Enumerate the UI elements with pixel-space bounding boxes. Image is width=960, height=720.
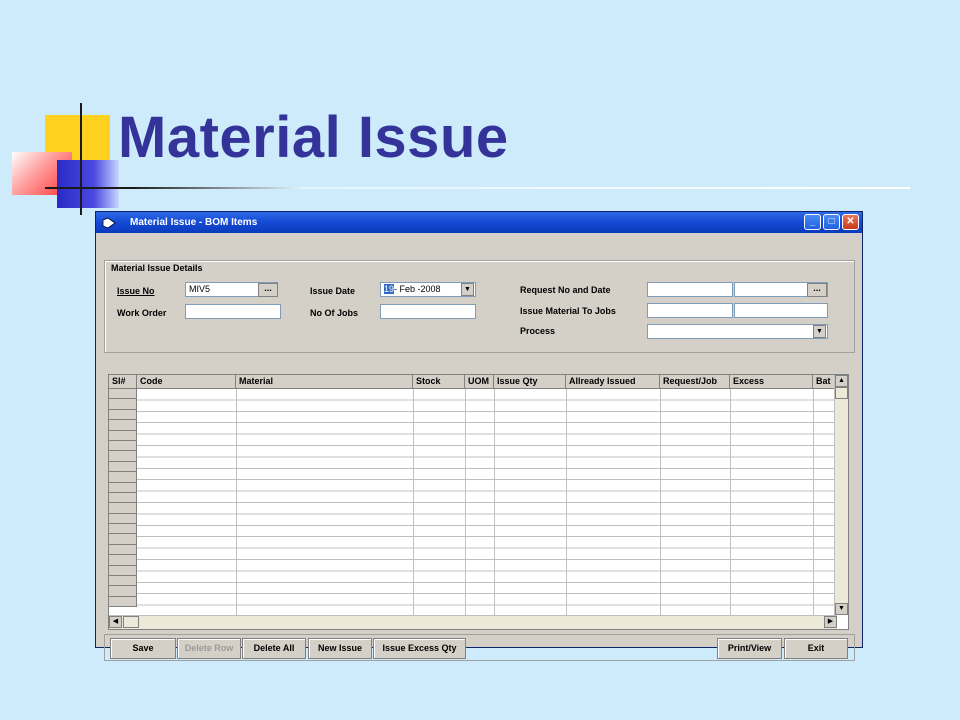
work-order-input[interactable]: [185, 304, 281, 319]
decor-horizontal-line: [45, 187, 910, 189]
issue-material-jobs-input-2[interactable]: [734, 303, 828, 318]
grid-column-line: [236, 389, 237, 615]
details-group-label: Material Issue Details: [110, 263, 204, 273]
work-order-label: Work Order: [117, 308, 167, 318]
row-selector[interactable]: [109, 544, 137, 556]
scroll-up-icon[interactable]: ▲: [835, 375, 848, 387]
row-selector[interactable]: [109, 472, 137, 483]
row-selector[interactable]: [109, 409, 137, 421]
app-icon: [102, 217, 116, 228]
grid-cells[interactable]: [137, 389, 839, 615]
row-selector[interactable]: [109, 389, 137, 400]
grid-column-line: [660, 389, 661, 615]
grid-column-line: [566, 389, 567, 615]
row-selector[interactable]: [109, 451, 137, 462]
issue-material-to-jobs-label: Issue Material To Jobs: [520, 306, 616, 316]
vertical-scrollbar[interactable]: ▲ ▼: [834, 375, 848, 615]
row-selectors[interactable]: [109, 389, 137, 608]
grid-column-line: [413, 389, 414, 615]
bom-items-grid[interactable]: Sl# Code Material Stock UOM Issue Qty Al…: [108, 374, 849, 630]
issue-date-rest: - Feb -2008: [394, 284, 441, 294]
request-no-date-label: Request No and Date: [520, 285, 611, 295]
new-issue-button[interactable]: New Issue: [308, 638, 372, 659]
decor-blue-square: [57, 160, 119, 208]
row-selector[interactable]: [109, 503, 137, 514]
row-selector[interactable]: [109, 492, 137, 504]
scroll-down-icon[interactable]: ▼: [835, 603, 848, 615]
col-uom[interactable]: UOM: [465, 375, 494, 388]
maximize-icon[interactable]: □: [823, 214, 840, 230]
horizontal-scroll-thumb[interactable]: [123, 616, 139, 628]
row-selector[interactable]: [109, 534, 137, 545]
row-selector[interactable]: [109, 440, 137, 452]
print-view-button[interactable]: Print/View: [717, 638, 782, 659]
grid-header: Sl# Code Material Stock UOM Issue Qty Al…: [109, 375, 839, 389]
slide-title: Material Issue: [118, 105, 509, 170]
row-selector[interactable]: [109, 576, 137, 587]
row-selector[interactable]: [109, 420, 137, 431]
process-select[interactable]: [647, 324, 828, 339]
issue-excess-qty-button[interactable]: Issue Excess Qty: [373, 638, 466, 659]
process-label: Process: [520, 326, 556, 336]
process-dropdown-arrow-icon[interactable]: ▼: [813, 325, 826, 338]
delete-all-button[interactable]: Delete All: [242, 638, 306, 659]
row-selector[interactable]: [109, 461, 137, 473]
row-selector[interactable]: [109, 399, 137, 410]
issue-no-ellipsis-icon[interactable]: ...: [258, 283, 278, 297]
minimize-icon[interactable]: _: [804, 214, 821, 230]
row-selector[interactable]: [109, 555, 137, 566]
request-ellipsis-icon[interactable]: ...: [807, 283, 827, 297]
row-selector[interactable]: [109, 524, 137, 535]
issue-material-jobs-input-1[interactable]: [647, 303, 733, 318]
issue-no-label: Issue No: [117, 286, 155, 296]
issue-date-day: 19: [384, 284, 395, 294]
no-of-jobs-label: No Of Jobs: [310, 308, 359, 318]
row-selector[interactable]: [109, 482, 137, 493]
button-bar: Save Delete Row Delete All New Issue Iss…: [104, 634, 855, 661]
row-selector[interactable]: [109, 430, 137, 441]
window-title: Material Issue - BOM Items: [130, 217, 258, 228]
dropdown-arrow-icon[interactable]: ▼: [461, 283, 474, 296]
material-issue-window: Material Issue - BOM Items _ □ ✕ Materia…: [95, 211, 863, 661]
grid-column-line: [465, 389, 466, 615]
col-code[interactable]: Code: [137, 375, 236, 388]
col-issue-qty[interactable]: Issue Qty: [494, 375, 566, 388]
issue-date-label: Issue Date: [310, 286, 356, 296]
row-selector[interactable]: [109, 565, 137, 577]
decor-vertical-line: [80, 103, 82, 215]
window-content: Material Issue Details Issue No MIV5 ...…: [96, 233, 862, 661]
grid-column-line: [730, 389, 731, 615]
no-of-jobs-input[interactable]: [380, 304, 476, 319]
request-no-input[interactable]: [647, 282, 733, 297]
scroll-right-icon[interactable]: ▶: [824, 616, 837, 628]
horizontal-scrollbar[interactable]: ◀ ▶: [109, 615, 837, 629]
grid-column-line: [494, 389, 495, 615]
vertical-scroll-thumb[interactable]: [835, 387, 848, 399]
close-icon[interactable]: ✕: [842, 214, 859, 230]
col-material[interactable]: Material: [236, 375, 413, 388]
row-selector[interactable]: [109, 596, 137, 608]
row-selector[interactable]: [109, 513, 137, 525]
col-request-job[interactable]: Request/Job: [660, 375, 730, 388]
col-stock[interactable]: Stock: [413, 375, 465, 388]
grid-column-line: [813, 389, 814, 615]
exit-button[interactable]: Exit: [784, 638, 848, 659]
col-excess[interactable]: Excess: [730, 375, 813, 388]
col-already-issued[interactable]: Allready Issued: [566, 375, 660, 388]
col-sl[interactable]: Sl#: [109, 375, 137, 388]
window-titlebar[interactable]: Material Issue - BOM Items _ □ ✕: [96, 212, 862, 233]
delete-row-button[interactable]: Delete Row: [177, 638, 241, 659]
scroll-left-icon[interactable]: ◀: [109, 616, 122, 628]
save-button[interactable]: Save: [110, 638, 176, 659]
row-selector[interactable]: [109, 586, 137, 597]
